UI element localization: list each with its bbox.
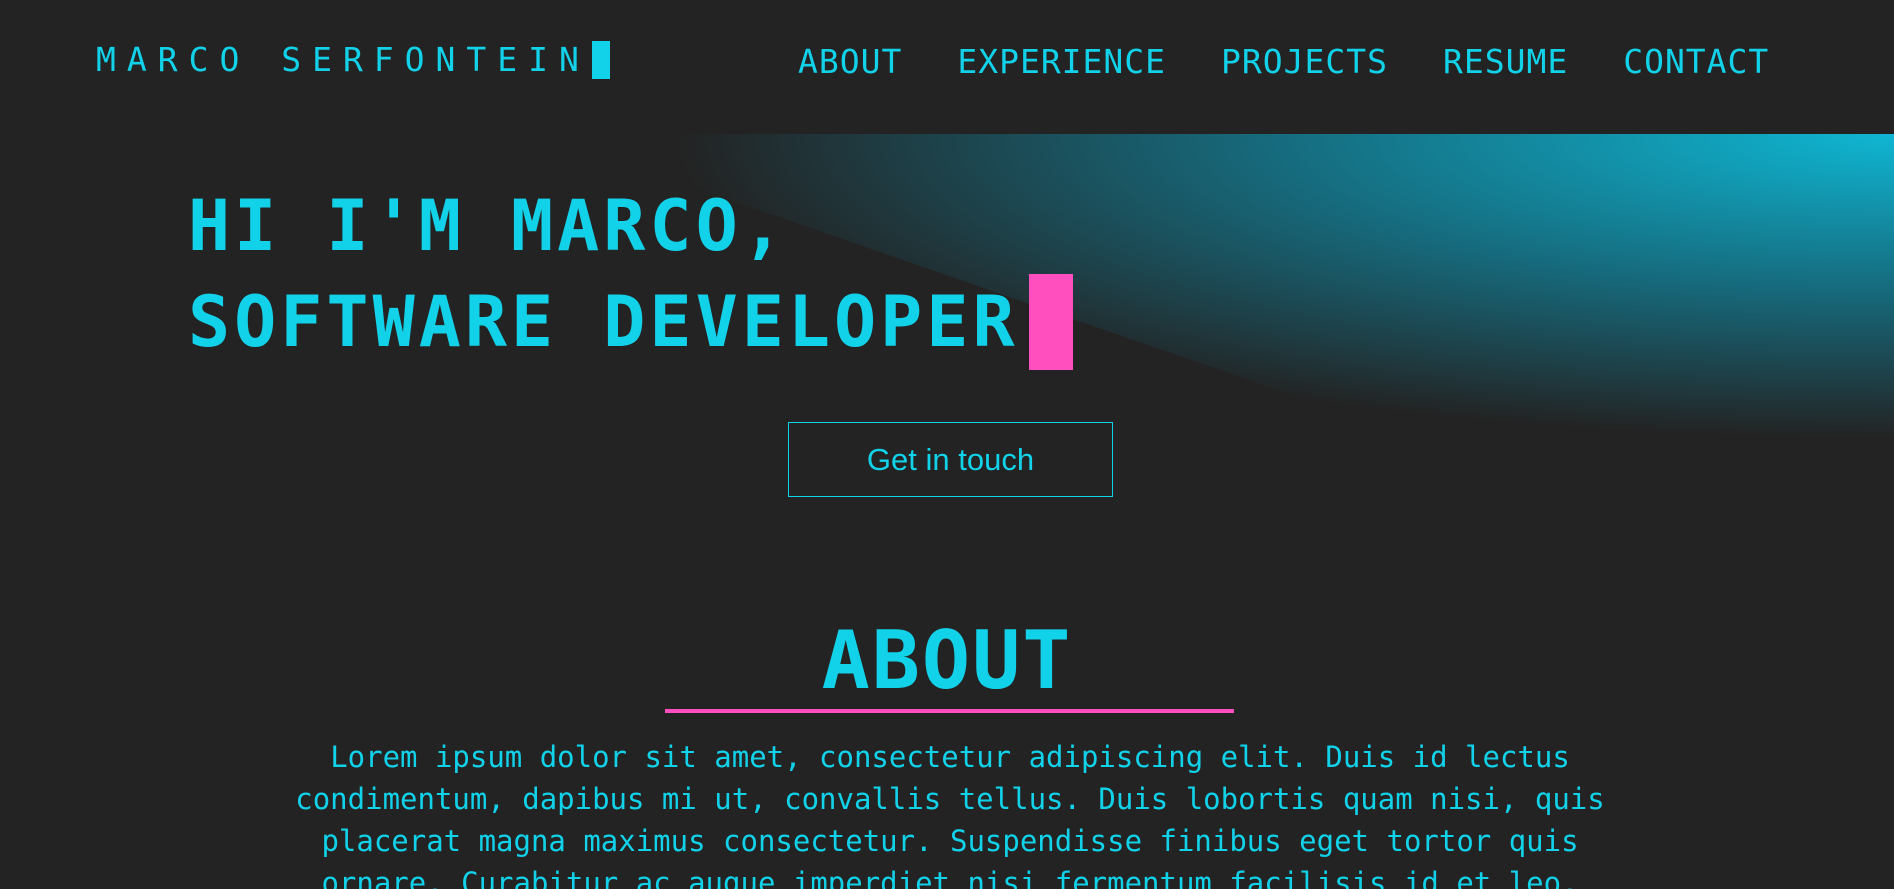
nav-link-projects[interactable]: PROJECTS: [1221, 42, 1388, 81]
get-in-touch-button[interactable]: Get in touch: [788, 422, 1113, 497]
page: MARCO SERFONTEIN ABOUT EXPERIENCE PROJEC…: [0, 0, 1894, 889]
hero-section: HI I'M MARCO, SOFTWARE DEVELOPER: [188, 178, 1073, 370]
about-heading-underline: [665, 709, 1234, 713]
brand-cursor-block: [591, 40, 610, 79]
top-navigation: MARCO SERFONTEIN ABOUT EXPERIENCE PROJEC…: [0, 0, 1894, 128]
nav-link-resume[interactable]: RESUME: [1443, 42, 1568, 81]
hero-greeting-text: HI I'M MARCO,: [188, 185, 788, 267]
brand-name: MARCO SERFONTEIN: [96, 40, 590, 79]
nav-link-about[interactable]: ABOUT: [798, 42, 902, 81]
hero-cursor-block: [1028, 274, 1073, 370]
brand-logo[interactable]: MARCO SERFONTEIN: [96, 40, 610, 79]
hero-role: SOFTWARE DEVELOPER: [188, 274, 1073, 370]
about-body-text: Lorem ipsum dolor sit amet, consectetur …: [295, 740, 1605, 889]
hero-greeting: HI I'M MARCO,: [188, 178, 1073, 274]
nav-links: ABOUT EXPERIENCE PROJECTS RESUME CONTACT: [798, 42, 1824, 81]
hero-role-text: SOFTWARE DEVELOPER: [188, 281, 1019, 363]
nav-link-contact[interactable]: CONTACT: [1623, 42, 1769, 81]
nav-link-experience[interactable]: EXPERIENCE: [957, 42, 1166, 81]
about-heading: ABOUT: [821, 614, 1073, 707]
